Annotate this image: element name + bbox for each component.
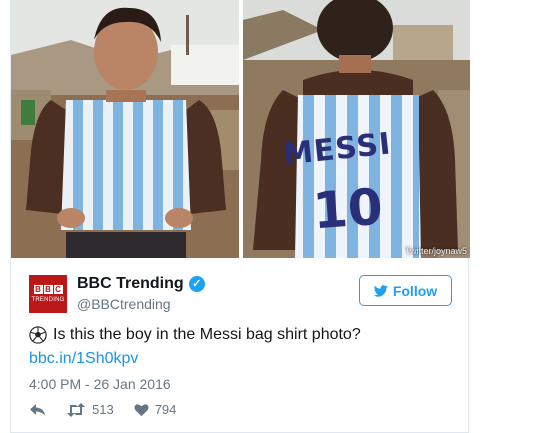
heart-icon	[134, 403, 149, 416]
retweet-count: 513	[92, 402, 114, 417]
photo-boy-front[interactable]	[11, 0, 239, 258]
logo-word: TRENDING	[31, 297, 65, 303]
twitter-bird-icon	[373, 284, 388, 297]
like-count: 794	[154, 402, 177, 417]
logo-boxes: B B C	[33, 285, 63, 294]
tweet-card: MESSI 10 Twitter/joynaw5 B B C TRENDING …	[10, 0, 470, 433]
verified-icon: ✓	[188, 276, 205, 292]
photo-grid: MESSI 10 Twitter/joynaw5	[11, 0, 470, 258]
tweet-header: B B C TRENDING BBC Trending ✓ @BBCtrendi…	[29, 275, 454, 315]
bbc-logo-avatar[interactable]: B B C TRENDING	[29, 275, 67, 313]
tweet-text-line: Is this the boy in the Messi bag shirt p…	[29, 324, 454, 346]
jersey-number: 10	[311, 177, 385, 241]
display-name-row[interactable]: BBC Trending ✓	[77, 275, 205, 293]
account-names: BBC Trending ✓ @BBCtrending	[77, 275, 205, 312]
reply-action[interactable]	[29, 403, 46, 417]
tweet-timestamp[interactable]: 4:00 PM - 26 Jan 2016	[29, 376, 171, 392]
soccer-ball-icon	[29, 326, 47, 344]
tweet-body: Is this the boy in the Messi bag shirt p…	[29, 324, 454, 370]
retweet-action[interactable]: 513	[66, 402, 114, 417]
photo-boy-back[interactable]: MESSI 10 Twitter/joynaw5	[243, 0, 470, 258]
logo-letter: B	[43, 285, 53, 294]
tweet-actions: 513 794	[29, 402, 196, 417]
follow-button[interactable]: Follow	[359, 275, 452, 306]
photo-credit: Twitter/joynaw5	[404, 246, 467, 256]
reply-icon	[30, 403, 45, 415]
tweet-text: Is this the boy in the Messi bag shirt p…	[53, 326, 361, 343]
account-handle[interactable]: @BBCtrending	[77, 296, 205, 312]
display-name[interactable]: BBC Trending	[77, 275, 184, 293]
logo-letter: B	[33, 285, 43, 294]
like-action[interactable]: 794	[134, 402, 177, 417]
logo-letter: C	[53, 285, 63, 294]
tweet-link[interactable]: bbc.in/1Sh0kpv	[29, 348, 454, 370]
follow-label: Follow	[392, 282, 438, 299]
photo-boy-front-image	[11, 0, 239, 258]
retweet-icon	[67, 402, 85, 417]
